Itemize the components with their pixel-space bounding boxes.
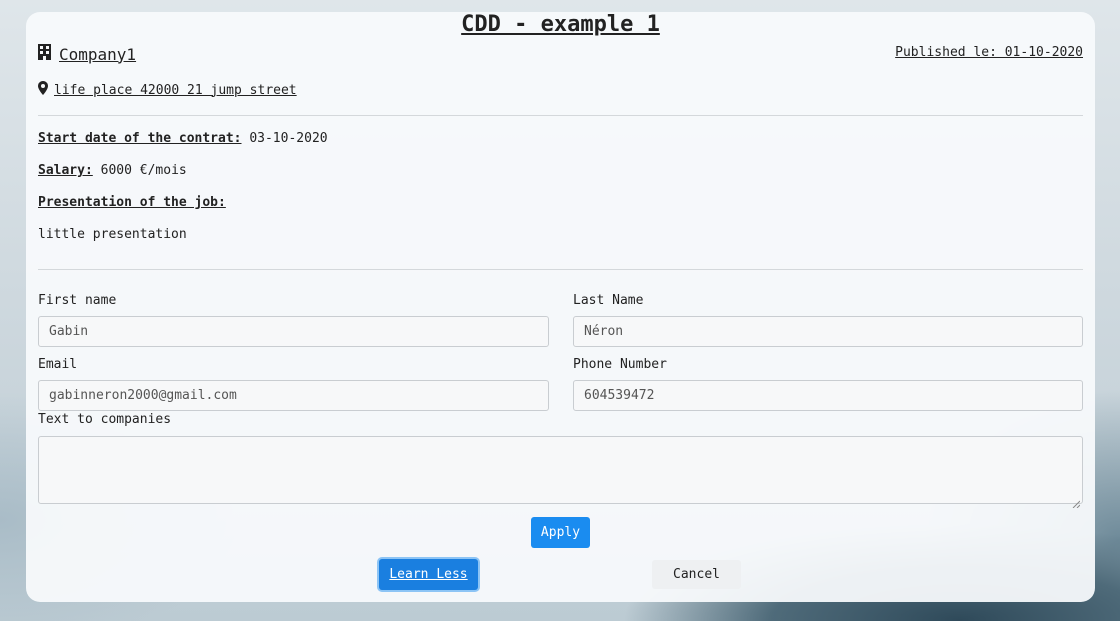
company-link[interactable]: Company1 (59, 45, 136, 64)
apply-button[interactable]: Apply (531, 517, 590, 548)
start-date-label: Start date of the contrat: (38, 131, 242, 146)
salary-line: Salary: 6000 €/mois (38, 163, 187, 178)
last-name-label: Last Name (573, 293, 644, 308)
start-date-line: Start date of the contrat: 03-10-2020 (38, 131, 328, 146)
first-name-label: First name (38, 293, 117, 308)
email-input[interactable]: gabinneron2000@gmail.com (38, 380, 549, 411)
published-date: Published le: 01-10-2020 (895, 45, 1083, 60)
presentation-label: Presentation of the job: (38, 195, 226, 210)
job-title: CDD - example 1 (461, 12, 660, 37)
text-to-companies-label: Text to companies (38, 412, 172, 427)
cancel-button[interactable]: Cancel (652, 560, 741, 589)
divider-top (38, 115, 1083, 116)
last-name-input[interactable]: Néron (573, 316, 1083, 347)
presentation-text: little presentation (38, 227, 187, 242)
text-to-companies-textarea[interactable] (38, 436, 1083, 509)
building-icon (38, 44, 51, 64)
address-link[interactable]: life place 42000 21 jump street (54, 83, 297, 98)
salary-value: 6000 €/mois (100, 163, 187, 178)
divider-form (38, 269, 1083, 270)
salary-label: Salary: (38, 163, 93, 178)
address-row: life place 42000 21 jump street (38, 81, 297, 99)
phone-label: Phone Number (573, 357, 667, 372)
phone-input[interactable]: 604539472 (573, 380, 1083, 411)
company-row: Company1 (38, 44, 136, 64)
email-label: Email (38, 357, 78, 372)
map-pin-icon (38, 81, 48, 99)
resize-grip-icon[interactable] (1072, 493, 1081, 509)
job-offer-card: CDD - example 1 Company1 Published le: 0… (26, 12, 1095, 602)
learn-less-button[interactable]: Learn Less (379, 559, 478, 590)
first-name-input[interactable]: Gabin (38, 316, 549, 347)
presentation-line: Presentation of the job: (38, 195, 226, 210)
start-date-value: 03-10-2020 (249, 131, 328, 146)
